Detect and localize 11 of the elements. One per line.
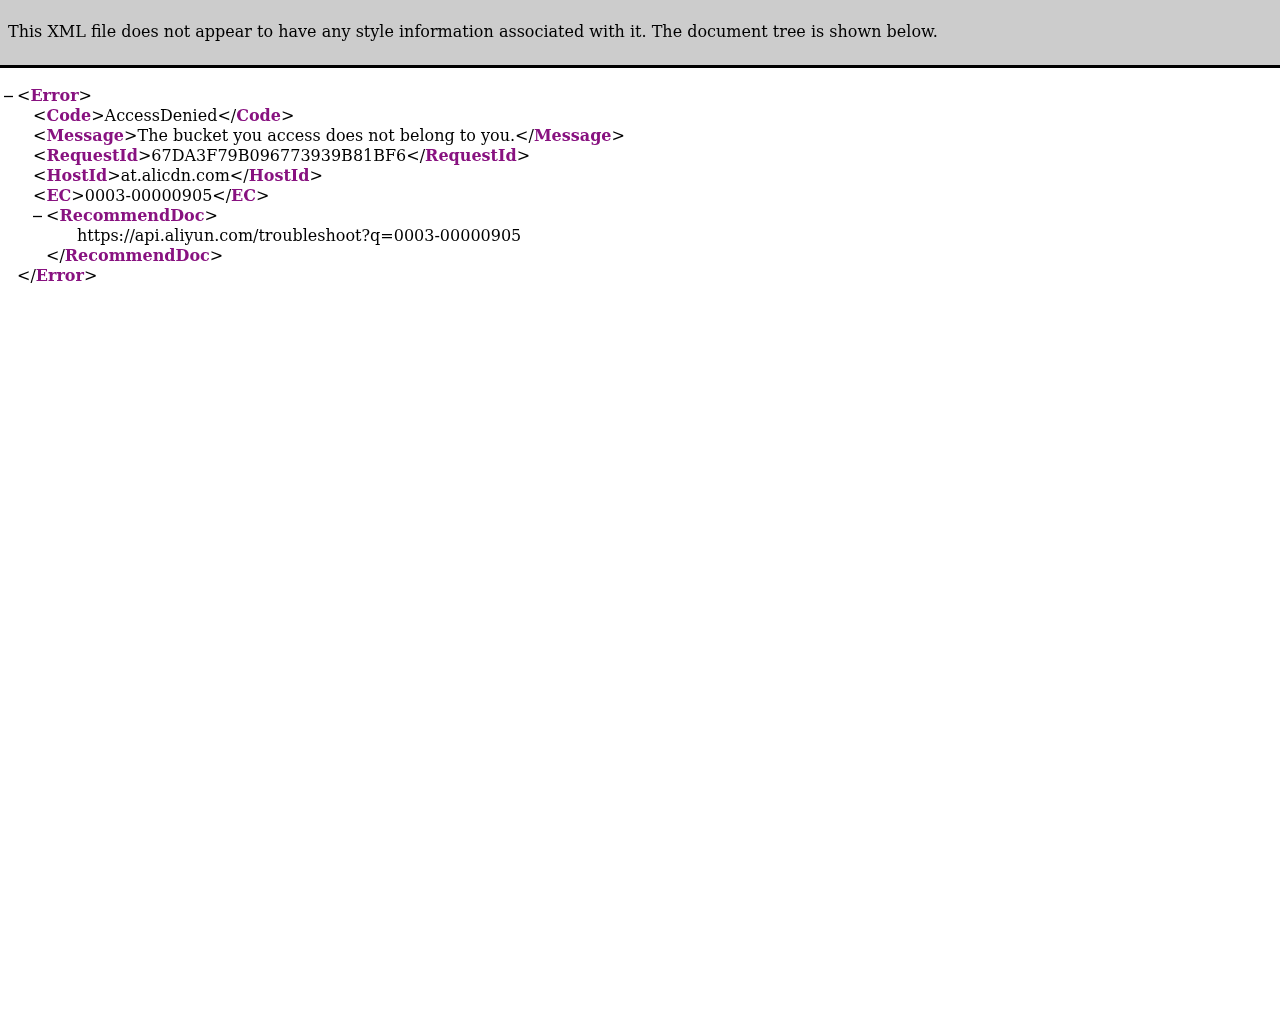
xml-element-line: <EC>0003-00000905</EC> [33,186,270,206]
info-banner: This XML file does not appear to have any style information associated with it. The document tree is shown below. [0,0,1280,68]
xml-close-tag: </Error> [17,266,98,286]
xml-open-tag: <Error> [17,86,92,106]
xml-element-line: <Code>AccessDenied</Code> [33,106,295,126]
xml-element-line: <Message>The bucket you access does not belong to you.</Message> [33,126,625,146]
url-text: https://api.aliyun.com/troubleshoot?q=0003-00000905 [77,226,522,246]
xml-element-line: <RequestId>67DA3F79B096773939B81BF6</RequestId> [33,146,531,166]
xml-element-line: <HostId>at.alicdn.com</HostId> [33,166,323,186]
xml-close-tag: </RecommendDoc> [46,246,224,266]
xml-open-tag: <RecommendDoc> [46,206,218,226]
